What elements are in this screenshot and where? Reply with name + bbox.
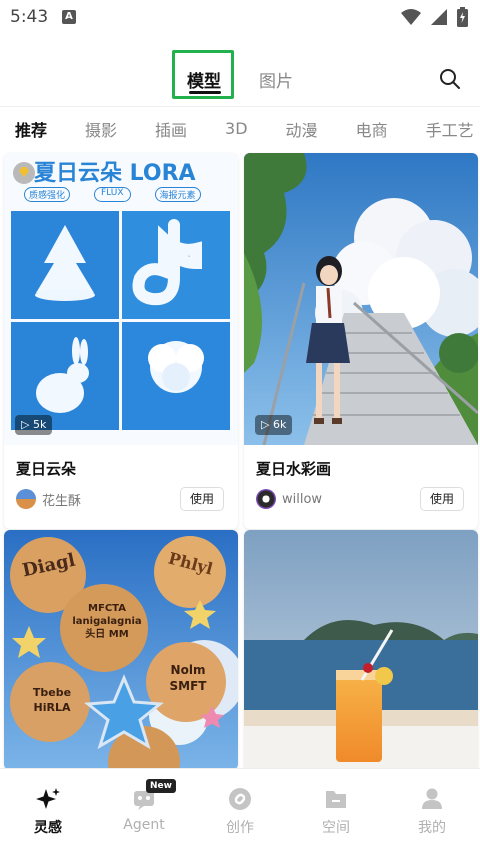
create-icon bbox=[229, 788, 251, 810]
category-bar: 推荐 摄影 插画 3D 动漫 电商 手工艺 bbox=[0, 106, 480, 150]
nav-label: 灵感 bbox=[34, 820, 62, 836]
nav-agent[interactable]: New Agent bbox=[96, 769, 192, 853]
avatar bbox=[16, 489, 36, 509]
top-header: 模型 图片 bbox=[0, 40, 480, 106]
category-ecommerce[interactable]: 电商 bbox=[356, 117, 388, 141]
poster-tag: 质感强化 bbox=[24, 187, 71, 202]
category-anime[interactable]: 动漫 bbox=[286, 117, 318, 141]
tab-image[interactable]: 图片 bbox=[259, 67, 293, 92]
category-crafts[interactable]: 手工艺 bbox=[426, 117, 474, 141]
status-time: 5:43 bbox=[10, 7, 49, 27]
use-button[interactable]: 使用 bbox=[180, 487, 224, 511]
avatar bbox=[256, 489, 276, 509]
search-icon[interactable] bbox=[438, 67, 462, 91]
watercolor-girl-image bbox=[244, 153, 478, 445]
notification-icon: A bbox=[62, 10, 76, 24]
poster-tags: 质感强化 FLUX 海报元素 bbox=[24, 187, 201, 202]
nav-space[interactable]: 空间 bbox=[288, 769, 384, 853]
card-image[interactable]: Diagl Phlyl MFCTA lanigalagnia 头日 MM Tbe… bbox=[4, 530, 238, 770]
nav-create[interactable]: 创作 bbox=[192, 769, 288, 853]
tab-model[interactable]: 模型 bbox=[187, 67, 221, 92]
signal-icon bbox=[431, 9, 447, 25]
active-tab-indicator bbox=[189, 91, 221, 94]
new-badge: New bbox=[146, 779, 176, 793]
system-icons bbox=[401, 7, 468, 27]
model-card-cookies[interactable]: Diagl Phlyl MFCTA lanigalagnia 头日 MM Tbe… bbox=[4, 530, 238, 770]
bottom-nav: 灵感 New Agent 创作 空间 我的 bbox=[0, 768, 480, 853]
nav-inspiration[interactable]: 灵感 bbox=[0, 769, 96, 853]
card-image[interactable]: ▷ 6k bbox=[244, 153, 478, 445]
person-icon bbox=[422, 788, 442, 809]
poster-title: 夏日云朵 LORA bbox=[34, 161, 196, 186]
author-name: 花生酥 bbox=[42, 493, 82, 509]
wifi-icon bbox=[401, 9, 421, 25]
status-bar: 5:43 A bbox=[0, 0, 480, 36]
model-card-beach-drink[interactable] bbox=[244, 530, 478, 770]
category-illustration[interactable]: 插画 bbox=[155, 117, 187, 141]
poster-tag: 海报元素 bbox=[154, 187, 201, 202]
poster-tag: FLUX bbox=[94, 187, 131, 202]
sparkle-icon bbox=[36, 788, 60, 809]
view-count-badge: ▷ 5k bbox=[15, 415, 53, 435]
card-image[interactable] bbox=[244, 530, 478, 770]
nav-label: 我的 bbox=[418, 820, 446, 836]
cookie-text: Tbebe HiRLA bbox=[32, 686, 72, 714]
model-card-summer-watercolor[interactable]: ▷ 6k 夏日水彩画 willow 使用 bbox=[244, 153, 478, 529]
card-author: willow bbox=[256, 489, 322, 509]
model-card-summer-clouds[interactable]: 夏日云朵 LORA 质感强化 FLUX 海报元素 ▷ 5k 夏日云朵 花生酥 使… bbox=[4, 153, 238, 529]
nav-profile[interactable]: 我的 bbox=[384, 769, 480, 853]
card-author: 花生酥 bbox=[16, 489, 81, 509]
battery-icon bbox=[457, 7, 468, 27]
view-count: 5k bbox=[32, 418, 47, 431]
nav-label: 创作 bbox=[226, 820, 254, 836]
nav-label: 空间 bbox=[322, 820, 350, 836]
folder-icon bbox=[326, 791, 346, 808]
cookie-text: Nolm SMFT bbox=[169, 663, 207, 693]
beach-drink-image bbox=[244, 530, 478, 770]
category-photography[interactable]: 摄影 bbox=[85, 117, 117, 141]
author-name: willow bbox=[282, 491, 323, 507]
use-button[interactable]: 使用 bbox=[420, 487, 464, 511]
cookie-text: MFCTA lanigalagnia 头日 MM bbox=[72, 603, 142, 640]
card-title: 夏日云朵 bbox=[16, 460, 77, 478]
card-image[interactable]: 夏日云朵 LORA 质感强化 FLUX 海报元素 ▷ 5k bbox=[4, 153, 238, 445]
category-recommend[interactable]: 推荐 bbox=[15, 117, 47, 141]
view-count-badge: ▷ 6k bbox=[255, 415, 293, 435]
view-count: 6k bbox=[272, 418, 287, 431]
card-title: 夏日水彩画 bbox=[256, 460, 332, 478]
nav-label: Agent bbox=[123, 817, 165, 833]
category-3d[interactable]: 3D bbox=[225, 119, 248, 138]
